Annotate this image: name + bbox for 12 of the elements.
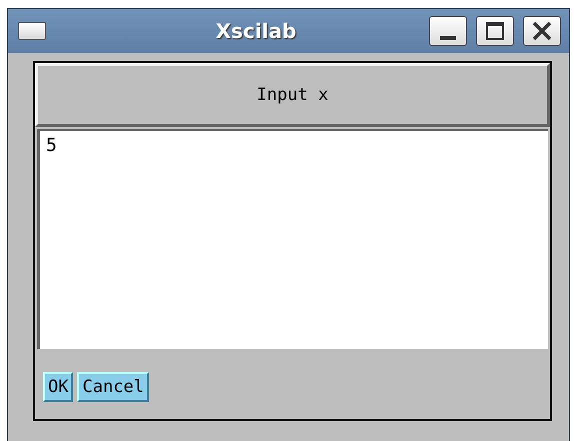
minimize-icon — [440, 36, 456, 40]
maximize-icon — [485, 21, 505, 41]
minimize-button[interactable] — [429, 16, 467, 46]
window-menu-icon[interactable] — [18, 22, 46, 40]
window-title: Xscilab — [214, 19, 298, 43]
close-icon — [531, 20, 553, 42]
cancel-button[interactable]: Cancel — [77, 372, 149, 402]
maximize-button[interactable] — [476, 16, 514, 46]
prompt-label: Input x — [35, 63, 550, 127]
close-button[interactable] — [523, 16, 561, 46]
ok-button[interactable]: OK — [43, 372, 74, 402]
input-field[interactable]: 5 — [37, 129, 548, 349]
